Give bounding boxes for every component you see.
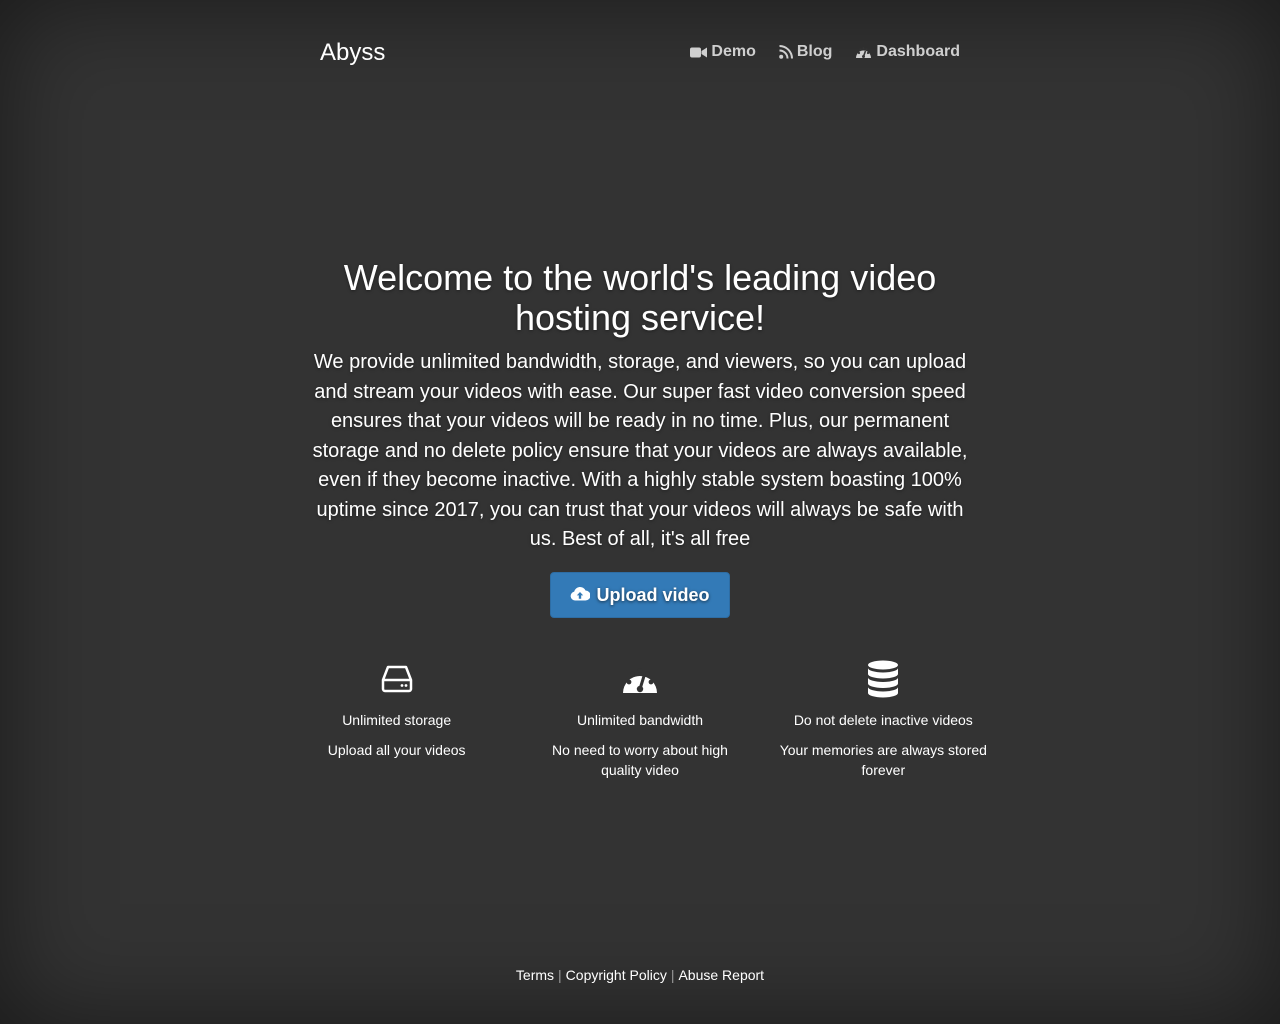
- hard-drive-icon: [275, 660, 518, 698]
- nav-blog[interactable]: Blog: [779, 42, 833, 62]
- feature-title: Do not delete inactive videos: [793, 712, 973, 728]
- upload-video-label: Upload video: [596, 584, 710, 605]
- upload-container: Upload video: [550, 572, 730, 618]
- nav-demo[interactable]: Demo: [690, 42, 756, 62]
- footer-terms-link[interactable]: Terms: [516, 967, 554, 983]
- hero-section: Welcome to the world's leading video hos…: [310, 258, 970, 555]
- main-nav: Demo Blog Dashboard: [690, 42, 960, 62]
- nav-blog-label: Blog: [796, 43, 833, 60]
- nav-dashboard[interactable]: Dashboard: [855, 42, 960, 62]
- footer-abuse-link[interactable]: Abuse Report: [678, 967, 764, 983]
- dashboard-icon: [855, 45, 872, 59]
- feature-title: Unlimited bandwidth: [576, 712, 704, 728]
- brand-logo[interactable]: Abyss: [320, 38, 385, 68]
- footer-separator: |: [670, 967, 675, 983]
- feature-desc: Upload all your videos: [327, 742, 466, 758]
- hero-description: We provide unlimited bandwidth, storage,…: [312, 351, 968, 550]
- dashboard-icon: [518, 660, 761, 698]
- database-icon: [762, 660, 1005, 698]
- site-header: Abyss Demo Blog Dashboard: [320, 0, 960, 100]
- cloud-upload-icon: [570, 585, 591, 606]
- feature-bandwidth: Unlimited bandwidth No need to worry abo…: [518, 660, 761, 780]
- feature-title: Unlimited storage: [342, 712, 452, 728]
- nav-dashboard-label: Dashboard: [876, 43, 960, 60]
- feature-desc: No need to worry about high quality vide…: [552, 742, 728, 778]
- feature-storage: Unlimited storage Upload all your videos: [275, 660, 518, 780]
- footer-copyright-link[interactable]: Copyright Policy: [566, 967, 667, 983]
- site-footer: Terms | Copyright Policy | Abuse Report: [0, 965, 1280, 985]
- hero-title: Welcome to the world's leading video hos…: [343, 257, 937, 338]
- rss-icon: [779, 45, 793, 59]
- video-camera-icon: [690, 46, 708, 59]
- feature-no-delete: Do not delete inactive videos Your memor…: [762, 660, 1005, 780]
- footer-separator: |: [558, 967, 562, 983]
- upload-video-button[interactable]: Upload video: [550, 572, 730, 618]
- nav-demo-label: Demo: [711, 43, 756, 60]
- feature-desc: Your memories are always stored forever: [779, 742, 987, 778]
- features-row: Unlimited storage Upload all your videos…: [275, 660, 1005, 780]
